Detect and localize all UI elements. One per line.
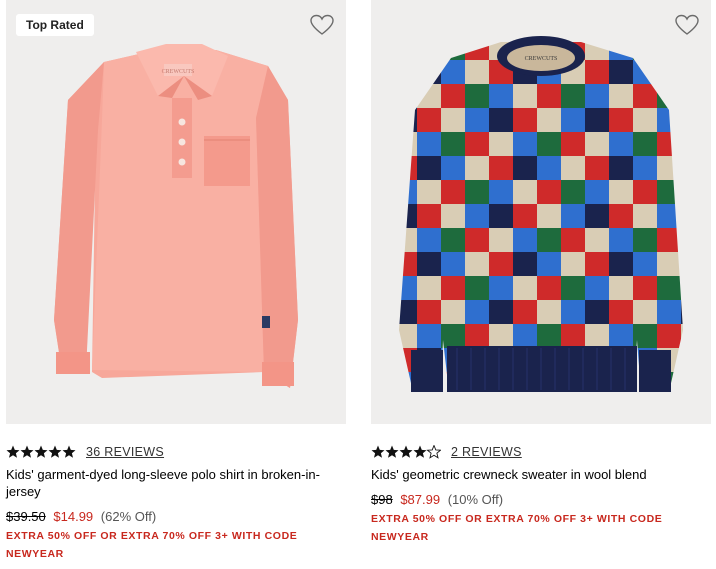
product-card[interactable]: CREWCUTS 2 REVIEWS Kids' geometric crewn… [371, 0, 711, 543]
percent-off: (10% Off) [447, 492, 504, 507]
price-row: $39.50 $14.99 (62% Off) [6, 509, 156, 525]
product-image[interactable]: CREWCUTS [371, 0, 711, 424]
product-title[interactable]: Kids' geometric crewneck sweater in wool… [371, 466, 711, 483]
sale-price: $87.99 [400, 492, 441, 507]
promo-text: EXTRA 50% OFF OR EXTRA 70% OFF 3+ WITH C… [6, 530, 298, 560]
brand-label: CREWCUTS [525, 56, 558, 62]
star-rating [6, 445, 76, 459]
original-price: $98 [371, 492, 393, 507]
percent-off: (62% Off) [100, 509, 157, 524]
five-stars-icon [6, 445, 76, 458]
rating[interactable]: 2 REVIEWS [371, 444, 522, 460]
price-row: $98 $87.99 (10% Off) [371, 492, 503, 508]
promo-text: EXTRA 50% OFF OR EXTRA 70% OFF 3+ WITH C… [371, 513, 663, 543]
star-rating [371, 445, 441, 459]
product-title[interactable]: Kids' garment-dyed long-sleeve polo shir… [6, 466, 346, 500]
reviews-link[interactable]: 36 REVIEWS [86, 445, 164, 459]
product-card[interactable]: CREWCUTS Top Rated 36 REVIEWS Kids' garm… [6, 0, 346, 560]
original-price: $39.50 [6, 509, 46, 524]
heart-icon[interactable] [310, 14, 334, 36]
four-half-stars-icon [371, 445, 441, 459]
brand-label: CREWCUTS [162, 69, 195, 75]
polo-shirt-image: CREWCUTS [54, 44, 298, 388]
reviews-link[interactable]: 2 REVIEWS [451, 445, 522, 459]
product-grid: CREWCUTS Top Rated 36 REVIEWS Kids' garm… [0, 0, 716, 569]
heart-icon[interactable] [675, 14, 699, 36]
sale-price: $14.99 [53, 509, 94, 524]
product-image[interactable]: CREWCUTS Top Rated [6, 0, 346, 424]
top-rated-badge: Top Rated [16, 14, 94, 36]
rating[interactable]: 36 REVIEWS [6, 444, 164, 460]
sweater-image: CREWCUTS [399, 36, 683, 392]
